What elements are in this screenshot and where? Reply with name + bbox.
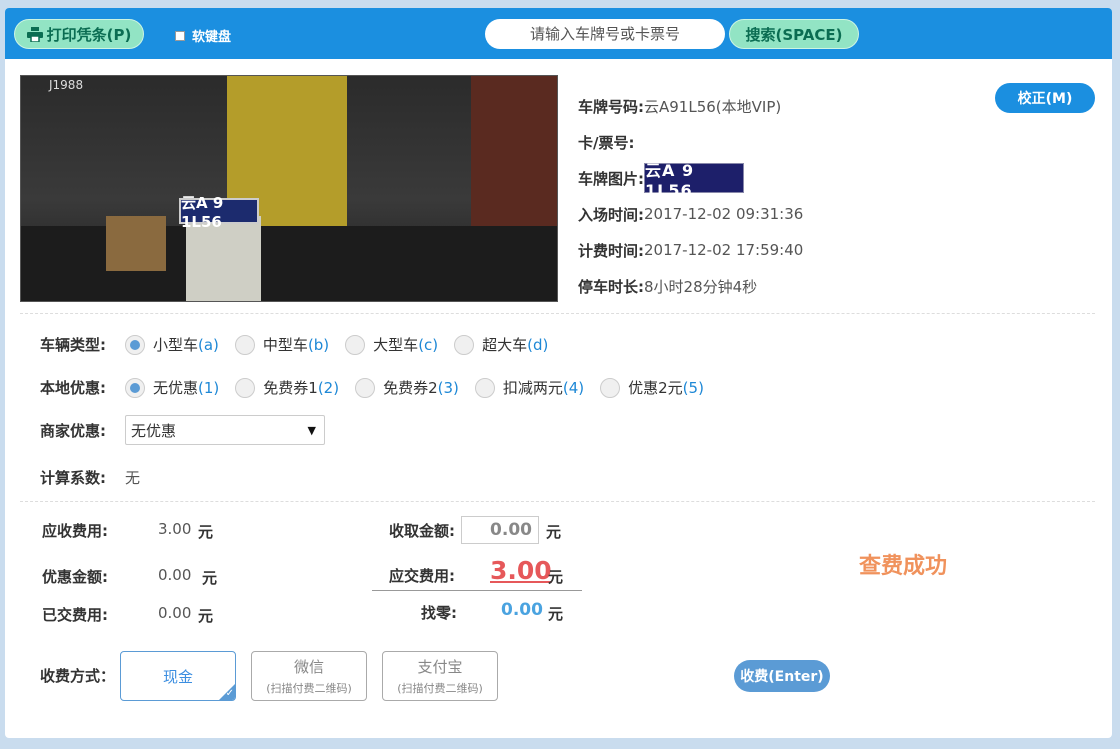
print-receipt-button[interactable]: 打印凭条(P) xyxy=(14,19,144,49)
correct-button[interactable]: 校正(M) xyxy=(995,83,1095,113)
discount-free-coupon-1[interactable]: 免费券1 (2) xyxy=(235,377,339,398)
billing-time-value: 2017-12-02 17:59:40 xyxy=(644,241,804,259)
vehicle-info: 车牌号码: 云A91L56(本地VIP) 卡/票号: 车牌图片: 云A 9 1L… xyxy=(578,88,1098,304)
radio-icon[interactable] xyxy=(234,334,255,355)
vehicle-type-large[interactable]: 大型车 (c) xyxy=(345,334,438,355)
billing-time-row: 计费时间: 2017-12-02 17:59:40 xyxy=(578,241,804,260)
duration-row: 停车时长: 8小时28分钟4秒 xyxy=(578,277,758,296)
payment-cash-button[interactable]: 现金 ✓ xyxy=(120,651,236,701)
plate-image-row: 车牌图片: 云A 9 1L56 xyxy=(578,160,1098,200)
unit-label: 元 xyxy=(548,568,564,586)
payment-wechat-button[interactable]: 微信 (扫描付费二维码) xyxy=(251,651,367,701)
dropdown-arrow-icon: ▼ xyxy=(307,423,316,437)
merchant-discount-row: 商家优惠: 无优惠 ▼ xyxy=(40,415,325,445)
printer-icon xyxy=(26,26,43,42)
divider xyxy=(372,590,582,591)
vehicle-type-xlarge[interactable]: 超大车 (d) xyxy=(454,334,548,355)
unit-label: 元 xyxy=(548,605,564,623)
payment-method-label: 收费方式： xyxy=(40,667,116,685)
duration-value: 8小时28分钟4秒 xyxy=(644,277,758,296)
radio-icon[interactable] xyxy=(600,377,621,398)
receivable-label: 应收费用: xyxy=(42,522,108,540)
vehicle-type-row: 车辆类型: 小型车 (a) 中型车 (b) 大型车 (c) 超大车 (d) xyxy=(40,334,549,355)
plate-image: 云A 9 1L56 xyxy=(644,161,744,200)
coefficient-row: 计算系数: 无 xyxy=(40,469,141,487)
card-number-row: 卡/票号: xyxy=(578,133,635,152)
unit-label: 元 xyxy=(546,523,562,541)
charge-button[interactable]: 收费(Enter) xyxy=(734,660,830,692)
collect-amount-label: 收取金额: xyxy=(389,522,455,540)
collect-amount-input[interactable]: 0.00 xyxy=(461,516,539,544)
radio-icon[interactable] xyxy=(235,377,256,398)
discount-free-coupon-2[interactable]: 免费券2 (3) xyxy=(355,377,459,398)
photo-corner-text: J1988 xyxy=(49,78,84,92)
discount-amount-value: 0.00 xyxy=(158,566,192,584)
change-value: 0.00 xyxy=(501,600,543,620)
discount-none[interactable]: 无优惠 (1) xyxy=(125,377,219,398)
soft-keyboard-label: 软键盘 xyxy=(192,30,232,45)
radio-icon[interactable] xyxy=(474,377,495,398)
radio-icon[interactable] xyxy=(345,334,366,355)
search-button-label: 搜索(SPACE) xyxy=(745,25,843,44)
receivable-value: 3.00 xyxy=(158,520,192,538)
amount-due-label: 应交费用: xyxy=(389,567,455,585)
unit-label: 元 xyxy=(198,607,214,625)
plate-number-value: 云A91L56(本地VIP) xyxy=(644,97,782,116)
radio-icon[interactable] xyxy=(454,334,475,355)
amount-due-value: 3.00 xyxy=(490,556,552,585)
local-discount-row: 本地优惠: 无优惠 (1) 免费券1 (2) 免费券2 (3) 扣减两元 (4) 优惠2… xyxy=(40,377,704,398)
check-icon: ✓ xyxy=(225,688,234,699)
discount-minus-two[interactable]: 扣减两元 (4) xyxy=(474,377,584,398)
main-window: 打印凭条(P) 软键盘 搜索(SPACE) J1988 云A 9 1L56 车牌… xyxy=(5,8,1112,738)
search-button[interactable]: 搜索(SPACE) xyxy=(729,19,859,49)
discount-amount-label: 优惠金额: xyxy=(42,568,108,586)
entry-time-row: 入场时间: 2017-12-02 09:31:36 xyxy=(578,205,804,224)
divider xyxy=(20,501,1095,502)
print-button-label: 打印凭条(P) xyxy=(46,25,132,44)
payment-alipay-button[interactable]: 支付宝 (扫描付费二维码) xyxy=(382,651,498,701)
top-toolbar: 打印凭条(P) 软键盘 搜索(SPACE) xyxy=(5,8,1112,59)
radio-icon[interactable] xyxy=(125,334,145,355)
radio-icon[interactable] xyxy=(125,377,145,398)
soft-keyboard-checkbox[interactable] xyxy=(175,30,185,41)
entry-time-value: 2017-12-02 09:31:36 xyxy=(644,205,804,223)
entry-camera-photo: J1988 云A 9 1L56 xyxy=(20,75,558,302)
vehicle-type-small[interactable]: 小型车 (a) xyxy=(125,334,219,355)
paid-label: 已交费用: xyxy=(42,606,108,624)
unit-label: 元 xyxy=(202,569,218,587)
coefficient-value: 无 xyxy=(125,469,141,487)
divider xyxy=(20,313,1095,314)
discount-two-yuan[interactable]: 优惠2元 (5) xyxy=(600,377,704,398)
merchant-discount-select[interactable]: 无优惠 ▼ xyxy=(125,415,325,445)
status-message: 查费成功 xyxy=(859,554,948,579)
change-label: 找零: xyxy=(421,604,457,622)
paid-value: 0.00 xyxy=(158,604,192,622)
plate-search-input[interactable] xyxy=(485,19,725,49)
unit-label: 元 xyxy=(198,523,214,541)
radio-icon[interactable] xyxy=(355,377,376,398)
photo-license-plate: 云A 9 1L56 xyxy=(179,194,259,231)
soft-keyboard-toggle[interactable]: 软键盘 xyxy=(175,26,231,45)
vehicle-type-medium[interactable]: 中型车 (b) xyxy=(234,334,329,355)
